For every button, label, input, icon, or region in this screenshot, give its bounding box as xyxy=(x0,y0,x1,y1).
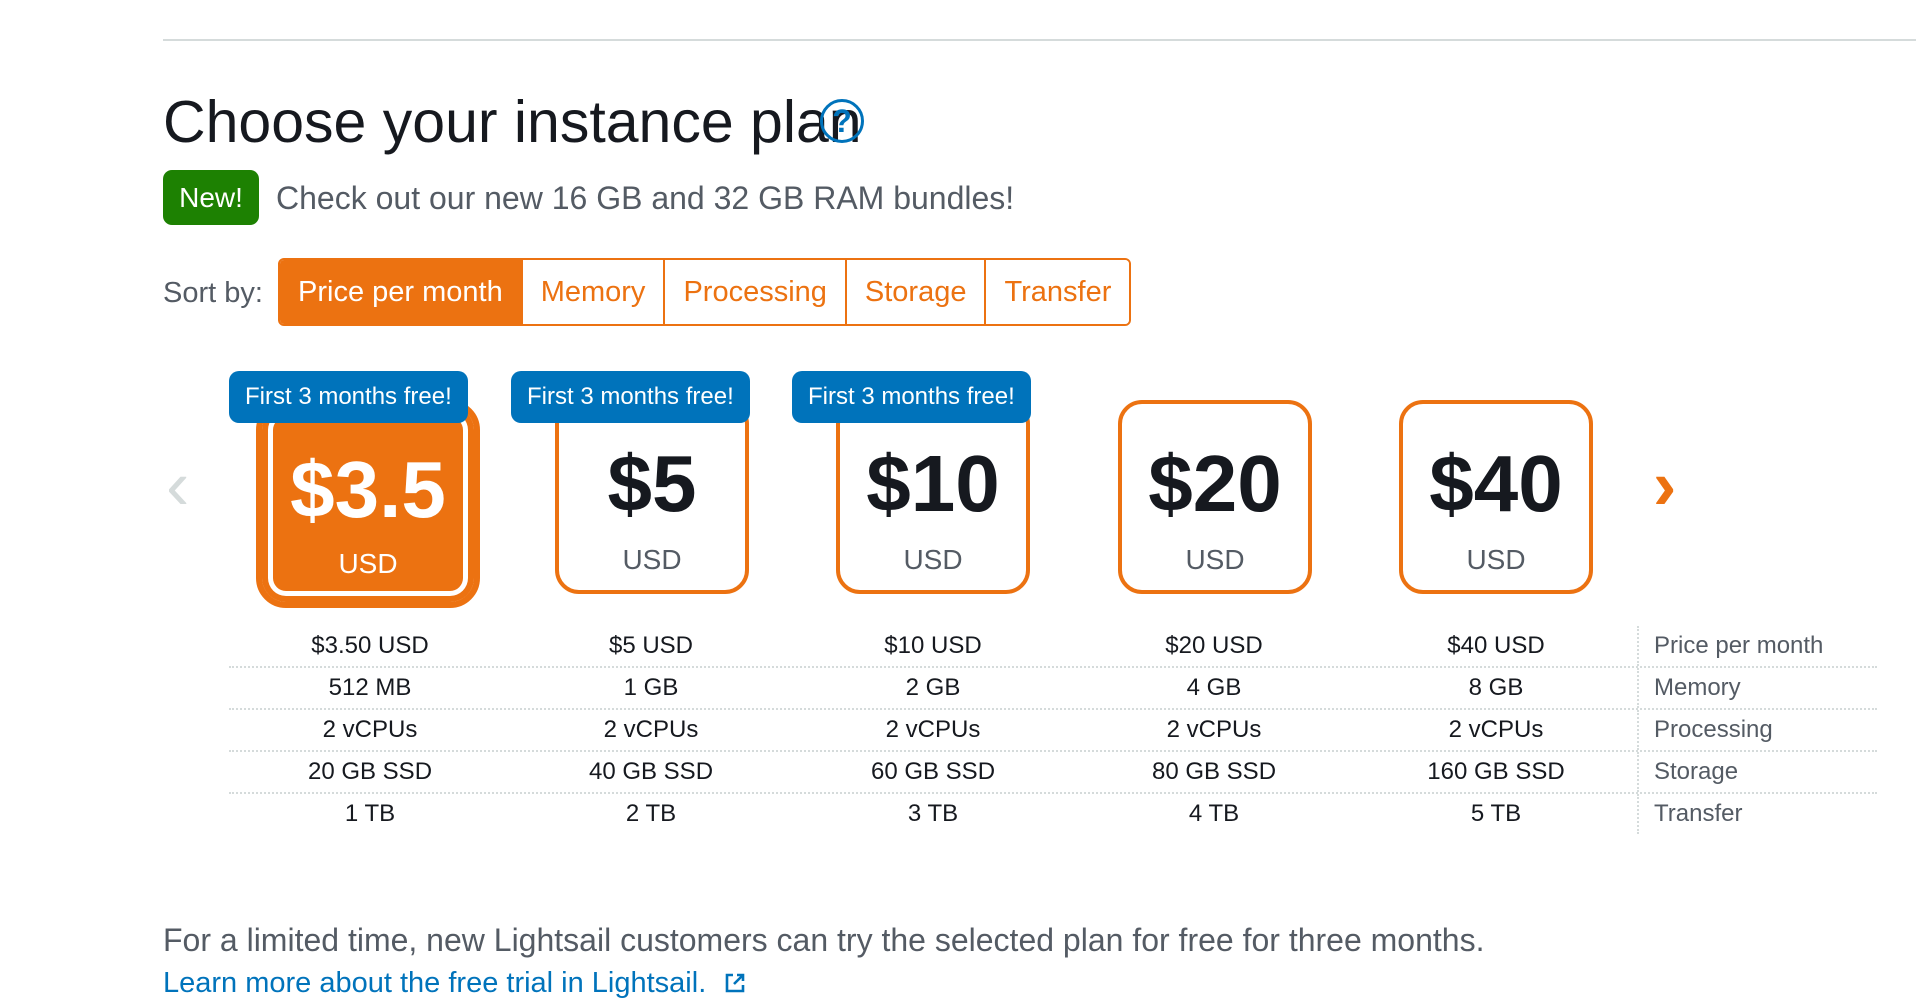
spec-row-price: $3.50 USD $5 USD $10 USD $20 USD $40 USD… xyxy=(229,626,1877,668)
spec-cell: 2 vCPUs xyxy=(1166,716,1262,743)
spec-row-storage: 20 GB SSD 40 GB SSD 60 GB SSD 80 GB SSD … xyxy=(229,752,1877,794)
plan-card[interactable]: $5 USD xyxy=(555,400,749,594)
plan-currency: USD xyxy=(622,544,682,575)
plan-price: $10 xyxy=(866,439,1000,528)
page-title: Choose your instance plan xyxy=(163,89,862,155)
plan-card-selected[interactable]: $3.5 USD xyxy=(256,400,480,608)
spec-row-transfer: 1 TB 2 TB 3 TB 4 TB 5 TB Transfer xyxy=(229,794,1877,834)
plan-spec-table: $3.50 USD $5 USD $10 USD $20 USD $40 USD… xyxy=(229,626,1877,834)
sort-segmented-control: Price per month Memory Processing Storag… xyxy=(278,258,1132,326)
announcement-text: Check out our new 16 GB and 32 GB RAM bu… xyxy=(276,180,1015,216)
plan-price: $3.5 xyxy=(290,445,446,534)
spec-cell: 4 TB xyxy=(1188,800,1240,827)
plan-currency: USD xyxy=(903,544,963,575)
sort-option-memory[interactable]: Memory xyxy=(522,260,666,324)
spec-label: Price per month xyxy=(1654,632,1824,659)
plan-currency: USD xyxy=(338,548,398,579)
spec-cell: 2 vCPUs xyxy=(603,716,699,743)
spec-cell: 2 vCPUs xyxy=(1448,716,1544,743)
sort-option-storage[interactable]: Storage xyxy=(846,260,987,324)
spec-cell: 20 GB SSD xyxy=(307,758,433,785)
plan-card[interactable]: $40 USD xyxy=(1399,400,1593,594)
external-link-icon xyxy=(726,973,745,993)
plan-price: $40 xyxy=(1429,439,1563,528)
spec-divider xyxy=(1637,794,1641,834)
plan-price: $20 xyxy=(1148,439,1282,528)
spec-cell: 4 GB xyxy=(1186,674,1242,701)
chevron-right-icon[interactable]: › xyxy=(1653,450,1693,520)
spec-cell: $10 USD xyxy=(884,632,982,659)
spec-label: Memory xyxy=(1654,674,1741,701)
spec-cell: 1 GB xyxy=(623,674,679,701)
spec-cell: 8 GB xyxy=(1468,674,1524,701)
spec-cell: 60 GB SSD xyxy=(870,758,996,785)
free-trial-ribbon: First 3 months free! xyxy=(229,371,468,423)
spec-divider xyxy=(1637,626,1641,666)
plan-card[interactable]: $10 USD xyxy=(836,400,1030,594)
sort-option-transfer[interactable]: Transfer xyxy=(986,260,1130,324)
spec-cell: 5 TB xyxy=(1470,800,1522,827)
spec-divider xyxy=(1637,752,1641,792)
spec-cell: $5 USD xyxy=(608,632,694,659)
free-trial-ribbon: First 3 months free! xyxy=(511,371,750,423)
spec-divider xyxy=(1637,668,1641,708)
spec-row-memory: 512 MB 1 GB 2 GB 4 GB 8 GB Memory xyxy=(229,668,1877,710)
plan-currency: USD xyxy=(1466,544,1526,575)
new-badge: New! xyxy=(163,170,259,225)
spec-cell: 512 MB xyxy=(328,674,412,701)
sort-option-processing[interactable]: Processing xyxy=(665,260,847,324)
spec-cell: 2 vCPUs xyxy=(322,716,418,743)
spec-cell: 2 GB xyxy=(905,674,961,701)
spec-cell: $3.50 USD xyxy=(311,632,429,659)
spec-cell: 1 TB xyxy=(344,800,396,827)
plan-card[interactable]: $20 USD xyxy=(1118,400,1312,594)
spec-cell: 80 GB SSD xyxy=(1151,758,1277,785)
plan-price: $5 xyxy=(607,439,697,528)
plan-currency: USD xyxy=(1185,544,1245,575)
chevron-left-icon[interactable]: ‹ xyxy=(166,450,206,520)
free-trial-learn-more-link[interactable]: Learn more about the free trial in Light… xyxy=(163,964,746,1002)
spec-cell: $20 USD xyxy=(1165,632,1263,659)
help-icon[interactable]: ? xyxy=(820,99,864,143)
top-divider xyxy=(163,39,1916,41)
spec-cell: 2 TB xyxy=(625,800,677,827)
free-trial-ribbon: First 3 months free! xyxy=(792,371,1031,423)
spec-label: Processing xyxy=(1654,716,1773,743)
spec-label: Transfer xyxy=(1654,800,1743,827)
spec-label: Storage xyxy=(1654,758,1739,785)
sort-label: Sort by: xyxy=(163,277,263,309)
free-trial-note: For a limited time, new Lightsail custom… xyxy=(163,922,1485,958)
spec-cell: $40 USD xyxy=(1447,632,1545,659)
sort-option-price[interactable]: Price per month xyxy=(280,260,523,324)
spec-cell: 160 GB SSD xyxy=(1427,758,1565,785)
spec-cell: 3 TB xyxy=(907,800,959,827)
spec-cell: 40 GB SSD xyxy=(588,758,714,785)
spec-divider xyxy=(1637,710,1641,750)
spec-row-processing: 2 vCPUs 2 vCPUs 2 vCPUs 2 vCPUs 2 vCPUs … xyxy=(229,710,1877,752)
free-trial-link-label: Learn more about the free trial in Light… xyxy=(163,967,707,999)
spec-cell: 2 vCPUs xyxy=(885,716,981,743)
